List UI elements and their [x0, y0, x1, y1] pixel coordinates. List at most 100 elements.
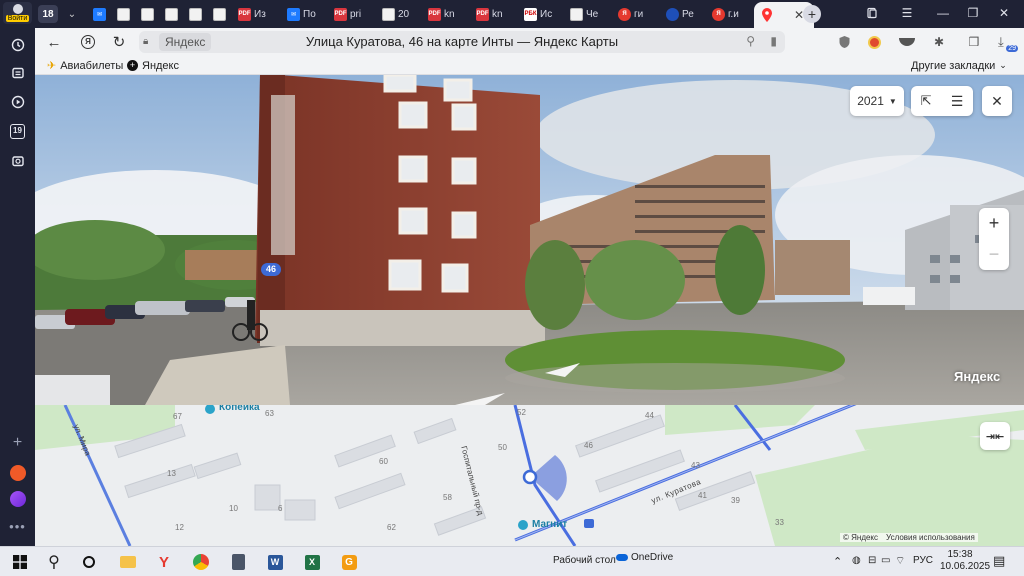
word-icon[interactable]: W [263, 551, 287, 573]
chevron-down-icon[interactable]: ⌄ [62, 5, 82, 23]
tab-count-button[interactable]: 18 [38, 5, 58, 23]
minimize-icon[interactable]: — [932, 4, 954, 22]
search-icon[interactable]: ⚲ [42, 551, 66, 573]
tab-item[interactable]: PDF kn [476, 4, 520, 24]
year-select[interactable]: 2021 ▼ [850, 86, 904, 116]
tab-item[interactable]: 20 [382, 4, 426, 24]
house-label: 60 [379, 457, 388, 466]
calendar-icon[interactable]: 19 [4, 120, 31, 142]
house-label: 39 [731, 496, 740, 505]
tray-app-icon[interactable]: ◍ [852, 555, 861, 566]
tab-item[interactable]: ✉ По [287, 4, 331, 24]
tab-item[interactable]: Ре [666, 4, 710, 24]
pdf-icon: PDF [476, 7, 489, 21]
tab-item[interactable]: ✉ [93, 4, 115, 24]
extension-avatar-icon[interactable] [864, 33, 884, 51]
chrome-icon[interactable] [189, 551, 213, 573]
menu-lines-icon[interactable]: ☰ [951, 93, 964, 110]
house-label: 63 [265, 409, 274, 418]
collections-icon[interactable] [4, 62, 31, 84]
tab-item[interactable] [141, 4, 163, 24]
back-arrow-icon[interactable]: ← [43, 32, 65, 52]
alice-icon[interactable] [4, 488, 31, 510]
clock-date: 10.06.2025 [940, 561, 991, 572]
map-view[interactable]: Копейка Магнит ул. Куратова Госпитальный… [35, 405, 1024, 546]
menu-icon[interactable]: ☰ [896, 4, 918, 22]
language-indicator[interactable]: РУС [913, 555, 933, 566]
tab-item[interactable] [189, 4, 211, 24]
file-explorer-icon[interactable] [116, 551, 140, 573]
login-button[interactable]: Войти [3, 2, 32, 24]
clock[interactable]: 15:38 10.06.2025 [940, 549, 991, 573]
open-external-icon[interactable]: ⇱ [921, 93, 932, 109]
tab-item[interactable]: PDF Из [238, 4, 282, 24]
screenshot-icon[interactable] [4, 150, 31, 172]
house-label: 41 [698, 491, 707, 500]
extension-bowl-icon[interactable] [897, 33, 917, 51]
yandex-logo-icon[interactable]: Я [77, 32, 99, 52]
bookmark-aviabilety[interactable]: ✈ Авиабилеты [47, 58, 123, 73]
tab-label: По [303, 8, 316, 20]
reading-list-icon[interactable]: ❒ [964, 33, 984, 51]
collapse-map-button[interactable]: ⇥⇤ [980, 422, 1010, 450]
history-icon[interactable] [4, 34, 31, 56]
street-panorama[interactable]: 2021 ▼ ⇱ ☰ ✕ + − 46 Яндекс [35, 75, 1024, 405]
new-tab-button[interactable]: + [803, 5, 821, 23]
pdf-icon: PDF [334, 7, 347, 21]
tray-usb-icon[interactable]: ⊟ [868, 555, 876, 566]
house-label: 58 [443, 493, 452, 502]
protect-shield-icon[interactable] [834, 33, 854, 51]
document-icon [141, 7, 154, 21]
location-pin-icon[interactable]: ⚲ [746, 34, 755, 48]
windows-start-icon[interactable] [8, 551, 32, 573]
bookmark-manager-icon[interactable] [861, 4, 883, 22]
zoom-in-button[interactable]: + [989, 213, 1000, 234]
wifi-icon[interactable]: ⌔ [895, 554, 905, 568]
rbc-icon: РБК [524, 7, 537, 21]
yandex-browser-icon[interactable]: Y [152, 551, 176, 573]
calendar-date: 19 [10, 123, 25, 139]
tab-item[interactable] [117, 4, 139, 24]
onedrive-item[interactable]: OneDrive [616, 552, 673, 563]
tab-item[interactable]: РБК Ис [524, 4, 568, 24]
tray-chevron-icon[interactable]: ⌃ [833, 555, 842, 568]
task-view-icon[interactable] [77, 551, 101, 573]
document-icon [165, 7, 178, 21]
battery-icon[interactable]: ▭ [881, 555, 890, 566]
tab-item[interactable]: PDF pri [334, 4, 378, 24]
calculator-icon[interactable] [226, 551, 250, 573]
bookmark-yandex[interactable]: + Яндекс [127, 58, 179, 73]
house-label: 10 [229, 504, 238, 513]
tab-item[interactable]: Че [570, 4, 614, 24]
terms-link[interactable]: Условия использования [886, 533, 975, 542]
close-panorama-button[interactable]: ✕ [982, 86, 1012, 116]
tab-label: kn [444, 8, 455, 20]
zoom-out-button[interactable]: − [989, 244, 1000, 265]
bookmarks-bar: ✈ Авиабилеты + Яндекс Другие закладки ⌄ [35, 56, 1024, 75]
excel-icon[interactable]: X [300, 551, 324, 573]
yandex-market-icon[interactable] [4, 462, 31, 484]
tab-item[interactable] [213, 4, 235, 24]
extensions-puzzle-icon[interactable]: ✱ [929, 33, 949, 51]
more-icon[interactable]: ••• [4, 515, 31, 537]
desktop-label[interactable]: Рабочий стол [553, 555, 616, 566]
tab-item[interactable]: Яг.и [712, 4, 756, 24]
house-label: 46 [584, 441, 593, 450]
close-window-icon[interactable]: ✕ [993, 4, 1015, 22]
video-play-icon[interactable] [4, 91, 31, 113]
tab-item[interactable]: PDF kn [428, 4, 472, 24]
poi-kopeyka[interactable]: Копейка [219, 405, 260, 413]
tab-item[interactable]: Яги [618, 4, 662, 24]
url-field[interactable]: 🔒︎ Яндекс Улица Куратова, 46 на карте Ин… [139, 31, 785, 53]
add-panel-icon[interactable]: + [4, 432, 31, 454]
app-orange-icon[interactable]: G [337, 551, 361, 573]
downloads-icon[interactable]: ⤓ 29 [996, 33, 1018, 52]
restore-icon[interactable]: ❐ [962, 4, 984, 22]
bookmark-icon[interactable]: ▮ [770, 34, 777, 48]
yandex-watermark: Яндекс [954, 369, 1001, 384]
other-bookmarks[interactable]: Другие закладки ⌄ [911, 58, 1007, 73]
poi-magnit[interactable]: Магнит [532, 519, 567, 530]
tab-item[interactable] [165, 4, 187, 24]
reload-icon[interactable]: ↻ [108, 32, 130, 52]
notifications-icon[interactable]: ▤ [993, 553, 1005, 569]
